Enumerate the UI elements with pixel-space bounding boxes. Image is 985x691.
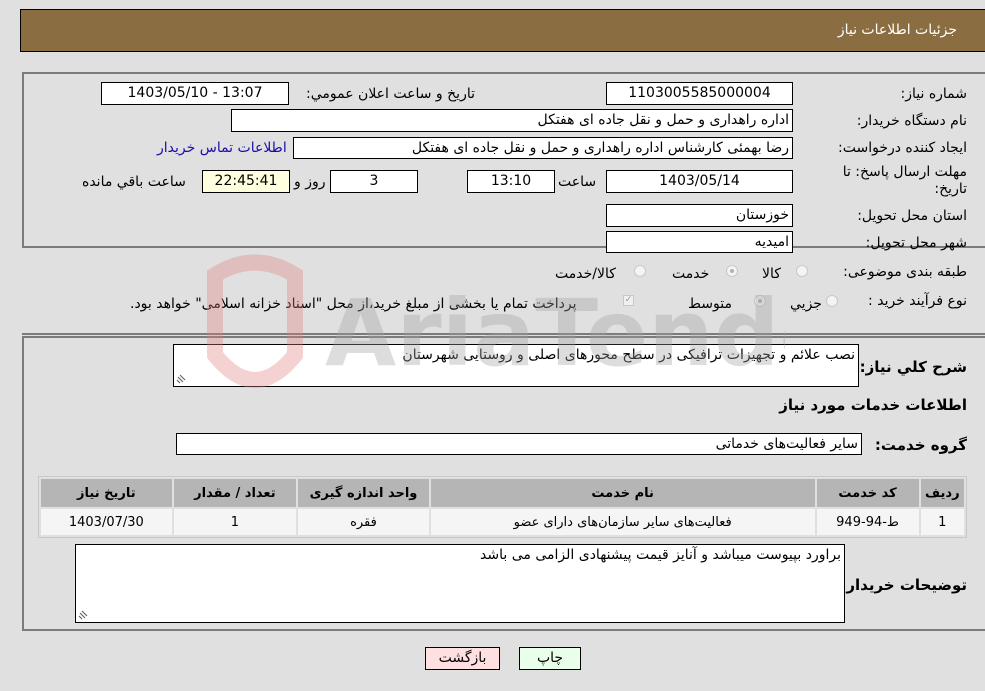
announce-datetime-field[interactable]: 1403/05/10 - 13:07	[101, 82, 289, 105]
cell-row-number: 1	[920, 509, 964, 535]
service-group-field[interactable]: سایر فعالیت‌های خدماتی	[176, 433, 862, 455]
province-field[interactable]: خوزستان	[606, 204, 793, 227]
requester-label: ایجاد کننده درخواست:	[838, 140, 967, 156]
print-button[interactable]: چاپ	[519, 647, 581, 670]
purchase-type-label: نوع فرآیند خرید :	[868, 293, 967, 309]
services-table: ردیف کد خدمت نام خدمت واحد اندازه گیری ت…	[38, 476, 967, 538]
col-header-row-number: ردیف	[920, 479, 964, 507]
days-remaining-field[interactable]: 3	[330, 170, 418, 193]
category-radio-service[interactable]	[726, 265, 738, 277]
resize-grip-icon[interactable]	[176, 374, 186, 384]
buyer-notes-text: براورد بپیوست میباشد و آنایز قیمت پیشنها…	[480, 547, 841, 563]
description-text: نصب علائم و تجهیزات ترافیکی در سطح محوره…	[402, 347, 855, 363]
cell-service-code: ط-94-949	[816, 509, 919, 535]
deadline-date-field[interactable]: 1403/05/14	[606, 170, 793, 193]
city-label: شهر محل تحویل:	[865, 235, 967, 251]
back-button[interactable]: بازگشت	[425, 647, 500, 670]
buyer-contact-link[interactable]: اطلاعات تماس خریدار	[157, 140, 287, 156]
panel-divider	[22, 333, 985, 335]
services-section-title: اطلاعات خدمات مورد نیاز	[779, 396, 967, 414]
purchase-radio-minor[interactable]	[826, 295, 838, 307]
buyer-org-field[interactable]: اداره راهداری و حمل و نقل جاده ای هفتکل	[231, 109, 793, 132]
cell-unit: فقره	[298, 509, 429, 535]
category-option-goods-service: کالا/خدمت	[555, 266, 616, 282]
buyer-notes-textarea[interactable]: براورد بپیوست میباشد و آنایز قیمت پیشنها…	[75, 544, 845, 623]
time-remaining-label: ساعت باقي مانده	[82, 174, 186, 190]
purchase-radio-medium[interactable]	[754, 295, 766, 307]
purchase-option-minor: جزيي	[790, 296, 822, 312]
page-title: جزئیات اطلاعات نیاز	[837, 22, 957, 38]
service-group-label: گروه خدمت:	[874, 436, 967, 454]
buyer-notes-label: توضیحات خریدار:	[840, 576, 967, 594]
col-header-service-name: نام خدمت	[430, 479, 815, 507]
table-row: 1 ط-94-949 فعالیت‌های سایر سازمان‌های دا…	[41, 509, 964, 535]
buyer-org-label: نام دستگاه خریدار:	[856, 113, 967, 129]
category-radio-goods-service[interactable]	[634, 265, 646, 277]
col-header-quantity: تعداد / مقدار	[173, 479, 297, 507]
need-number-label: شماره نیاز:	[900, 86, 968, 102]
deadline-label: مهلت ارسال پاسخ: تا تاریخ:	[842, 164, 967, 197]
days-label: روز و	[294, 174, 326, 190]
col-header-need-date: تاریخ نیاز	[41, 479, 172, 507]
deadline-time-field[interactable]: 13:10	[467, 170, 555, 193]
table-header-row: ردیف کد خدمت نام خدمت واحد اندازه گیری ت…	[41, 479, 964, 507]
requester-field[interactable]: رضا بهمئی کارشناس اداره راهداری و حمل و …	[293, 137, 793, 159]
category-label: طبقه بندی موضوعی:	[843, 264, 967, 280]
deadline-time-label: ساعت	[558, 174, 597, 190]
province-label: استان محل تحویل:	[857, 208, 967, 224]
page-header: جزئیات اطلاعات نیاز	[20, 9, 985, 52]
need-number-field[interactable]: 1103005585000004	[606, 82, 793, 105]
resize-grip-icon[interactable]	[78, 610, 88, 620]
treasury-checkbox[interactable]: ✓	[623, 295, 634, 306]
category-radio-goods[interactable]	[796, 265, 808, 277]
cell-quantity: 1	[173, 509, 297, 535]
purchase-option-medium: متوسط	[688, 296, 732, 312]
treasury-note: پرداخت تمام یا بخشی از مبلغ خرید،از محل …	[130, 296, 577, 312]
time-remaining-field[interactable]: 22:45:41	[202, 170, 290, 193]
category-option-goods: کالا	[762, 266, 781, 282]
cell-need-date: 1403/07/30	[41, 509, 172, 535]
col-header-service-code: کد خدمت	[816, 479, 919, 507]
category-option-service: خدمت	[672, 266, 710, 282]
cell-service-name: فعالیت‌های سایر سازمان‌های دارای عضو	[430, 509, 815, 535]
city-field[interactable]: امیدیه	[606, 231, 793, 253]
description-label: شرح کلي نیاز:	[859, 358, 967, 376]
col-header-unit: واحد اندازه گیری	[298, 479, 429, 507]
announce-datetime-label: تاریخ و ساعت اعلان عمومي:	[306, 86, 475, 102]
description-textarea[interactable]: نصب علائم و تجهیزات ترافیکی در سطح محوره…	[173, 344, 859, 387]
